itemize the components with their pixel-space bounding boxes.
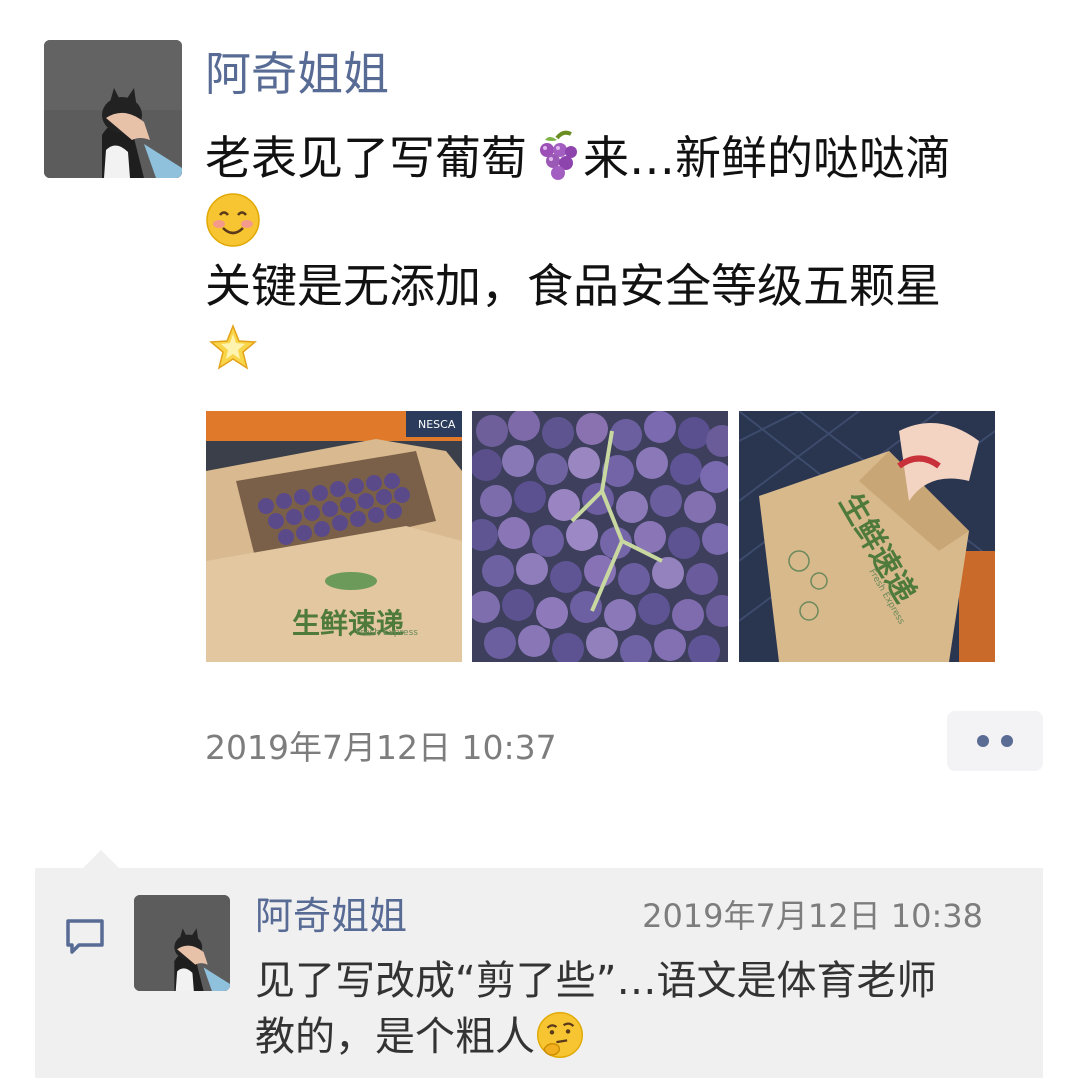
grape-box-photo-icon: NESCA 生鲜速递 Fresh Express [206, 411, 462, 662]
post-text: 老表见了写葡萄 来…新鲜的哒哒滴 关键是无添加，食品安全等级五颗星 [205, 126, 1035, 382]
comment-text[interactable]: 见了写改成“剪了些”…语文是体育老师 教的，是个粗人 [255, 953, 1015, 1065]
post-photo-3[interactable]: 生鲜速递 Fresh Express [739, 411, 995, 662]
glowing-star-emoji-icon [205, 320, 261, 376]
blush-smile-emoji-icon [205, 192, 261, 248]
grape-bunch-photo-icon [472, 411, 728, 662]
comment-bubble-icon [65, 918, 105, 956]
more-button[interactable] [947, 711, 1043, 771]
comment-author-name[interactable]: 阿奇姐姐 [255, 892, 407, 940]
comment-timestamp: 2019年7月12日 10:38 [642, 897, 983, 935]
photo-brand-text: NESCA [418, 418, 456, 431]
comment-panel: 阿奇姐姐 2019年7月12日 10:38 见了写改成“剪了些”…语文是体育老师… [35, 850, 1043, 1078]
comment-avatar[interactable] [134, 895, 230, 991]
post-text-part: 老表见了写葡萄 [205, 131, 527, 185]
post-photo-2[interactable] [472, 411, 728, 662]
photo-box-subtext: Fresh Express [356, 628, 418, 638]
post-timestamp: 2019年7月12日 10:37 [205, 728, 557, 767]
post-text-line3: 关键是无添加，食品安全等级五颗星 [205, 259, 941, 313]
post-avatar[interactable] [44, 40, 182, 178]
post-author-name[interactable]: 阿奇姐姐 [205, 46, 389, 102]
thinking-face-emoji-icon [535, 1010, 585, 1060]
comment-text-line1: 见了写改成“剪了些”…语文是体育老师 [255, 958, 937, 1004]
post-text-part: 来…新鲜的哒哒滴 [583, 131, 951, 185]
post-photo-1[interactable]: NESCA 生鲜速递 Fresh Express [206, 411, 462, 662]
avatar-photo-icon [44, 40, 182, 178]
grapes-emoji-icon [527, 128, 583, 184]
avatar-photo-icon [134, 895, 230, 991]
carried-box-photo-icon: 生鲜速递 Fresh Express [739, 411, 995, 662]
comment-text-line2: 教的，是个粗人 [255, 1014, 535, 1060]
